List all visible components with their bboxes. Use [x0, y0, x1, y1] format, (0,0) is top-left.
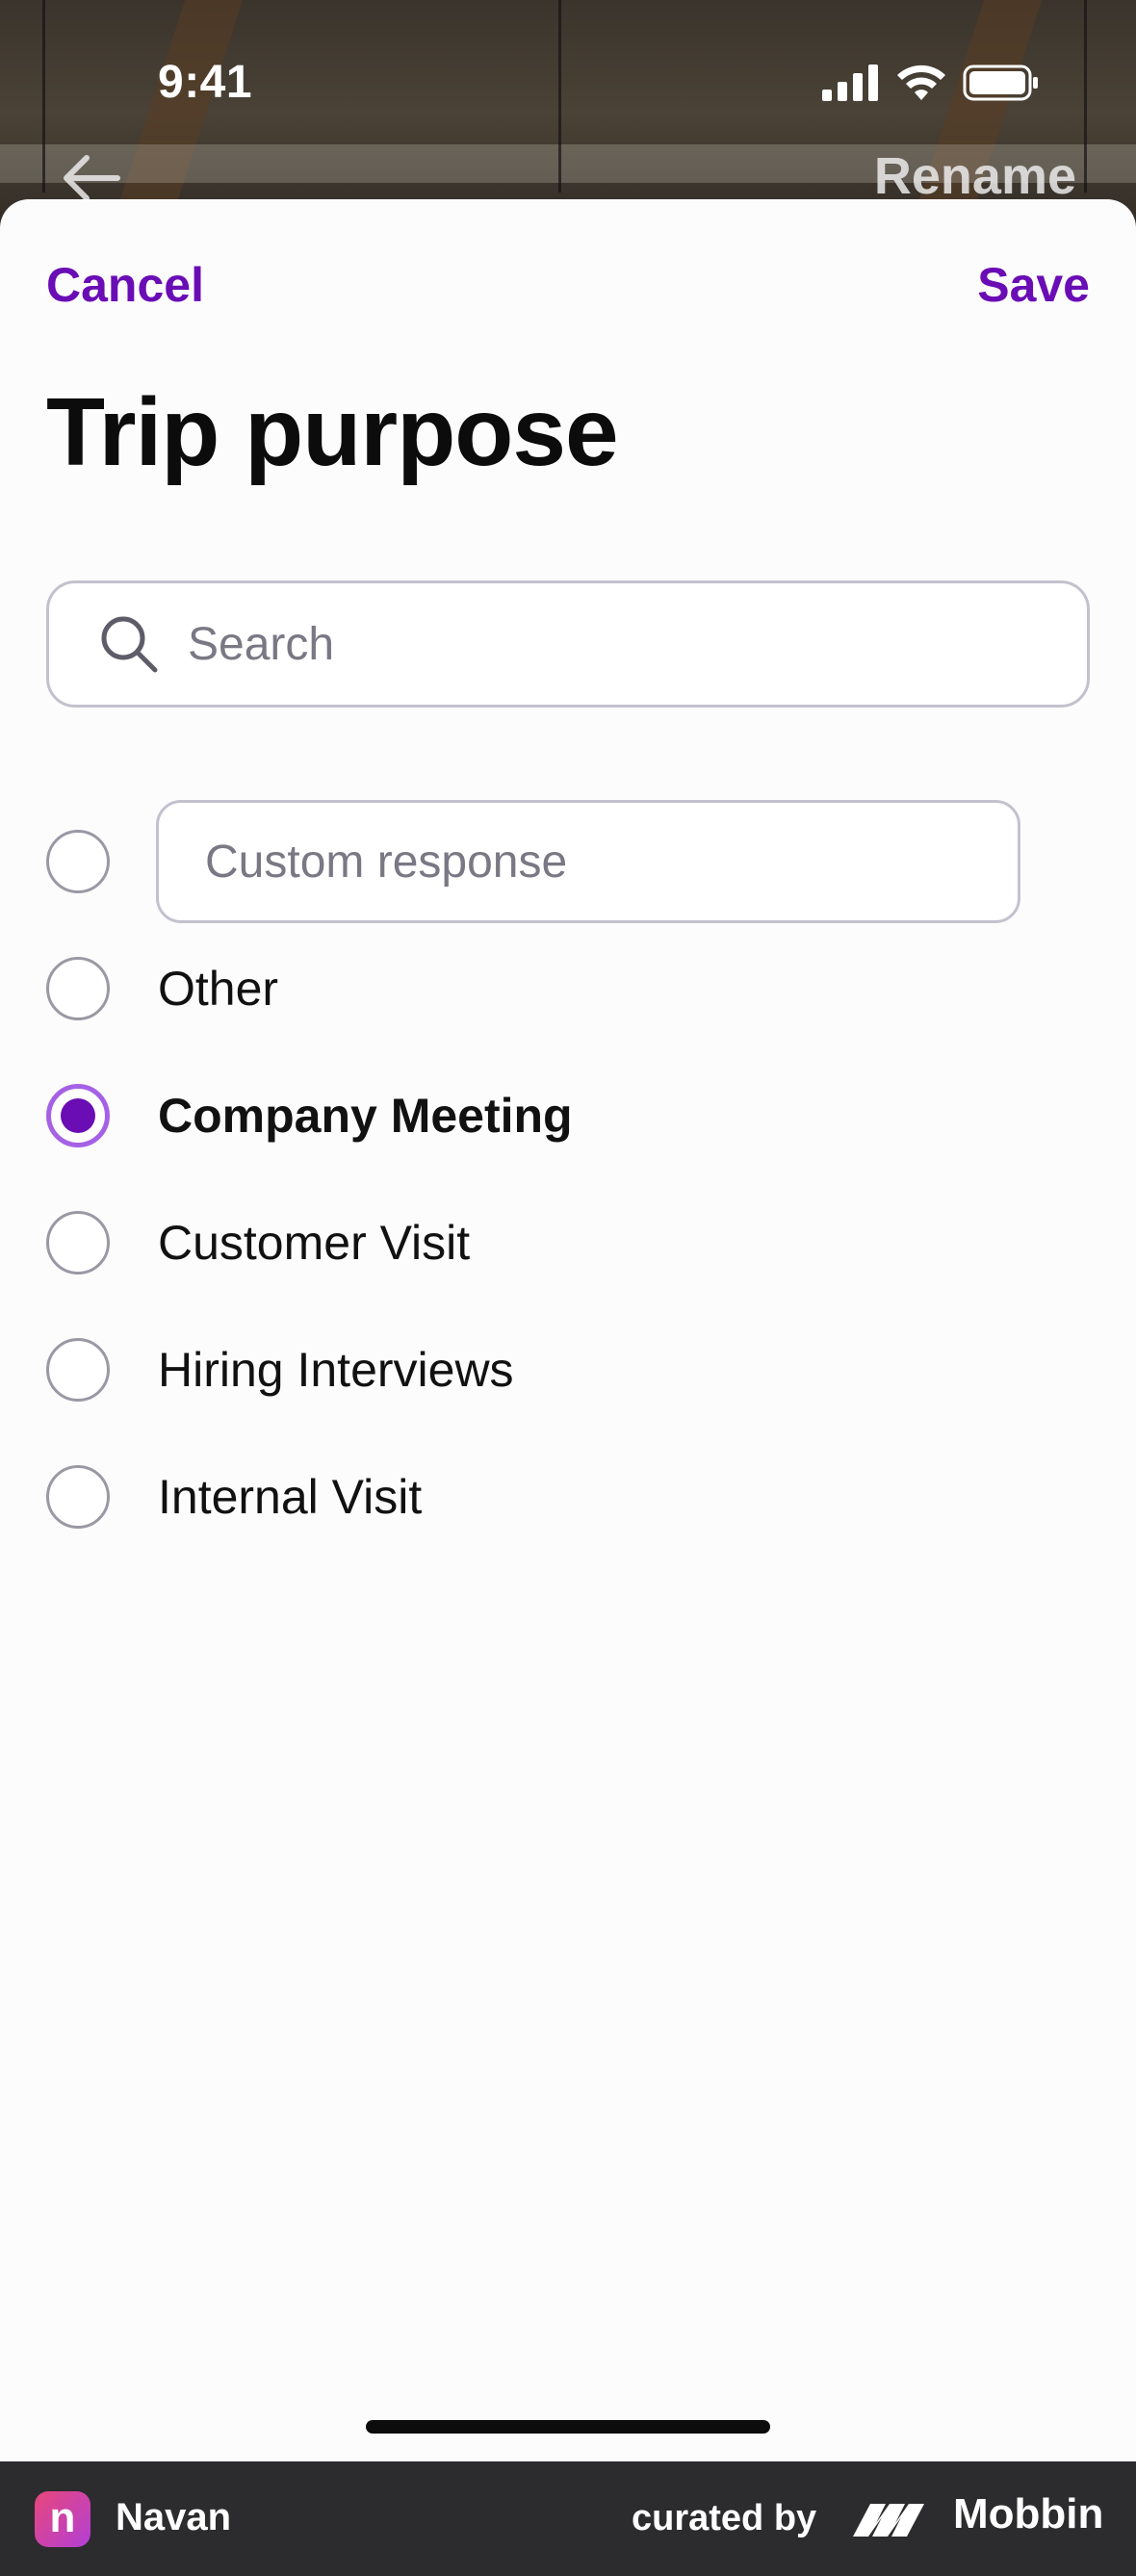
- search-input[interactable]: [188, 617, 1054, 671]
- radio-button[interactable]: [46, 1465, 110, 1529]
- mobbin-logo-icon: [853, 2504, 924, 2537]
- status-bar: 9:41: [0, 0, 1136, 164]
- app-name: Navan: [116, 2496, 232, 2538]
- option-customer-visit[interactable]: Customer Visit: [46, 1179, 1105, 1306]
- save-button[interactable]: Save: [977, 257, 1090, 313]
- option-label: Hiring Interviews: [158, 1343, 514, 1397]
- back-arrow-icon[interactable]: [58, 152, 125, 204]
- rename-button[interactable]: Rename: [874, 146, 1076, 206]
- page-title: Trip purpose: [46, 378, 619, 486]
- footer-bar: n Navan curated by Mobbin: [0, 2461, 1136, 2576]
- radio-button[interactable]: [46, 1211, 110, 1275]
- radio-button[interactable]: [46, 957, 110, 1020]
- option-label: Other: [158, 962, 279, 1016]
- radio-button[interactable]: [46, 1338, 110, 1402]
- status-time: 9:41: [158, 57, 253, 108]
- option-other[interactable]: Other: [46, 925, 1105, 1052]
- radio-button[interactable]: [46, 830, 110, 893]
- cancel-button[interactable]: Cancel: [46, 257, 204, 313]
- search-field[interactable]: [46, 580, 1090, 708]
- option-label: Internal Visit: [158, 1470, 423, 1524]
- battery-icon: [963, 64, 1038, 101]
- status-icons: [822, 64, 1040, 102]
- custom-response-input[interactable]: [205, 835, 975, 889]
- trip-purpose-sheet: Cancel Save Trip purpose Other Company M…: [0, 199, 1136, 2461]
- search-icon: [101, 616, 158, 673]
- curated-by-label: curated by: [632, 2498, 817, 2538]
- option-custom-response[interactable]: [46, 798, 1105, 925]
- radio-button-selected[interactable]: [46, 1084, 110, 1147]
- app-logo-icon: n: [35, 2491, 90, 2547]
- wifi-icon: [897, 64, 945, 100]
- home-indicator[interactable]: [366, 2420, 770, 2434]
- custom-response-field[interactable]: [156, 800, 1020, 923]
- option-hiring-interviews[interactable]: Hiring Interviews: [46, 1306, 1105, 1433]
- purpose-options-list: Other Company Meeting Customer Visit Hir…: [46, 798, 1105, 1560]
- signal-icon: [822, 64, 878, 101]
- brand-name: Mobbin: [953, 2490, 1104, 2537]
- option-internal-visit[interactable]: Internal Visit: [46, 1433, 1105, 1560]
- option-label: Company Meeting: [158, 1089, 573, 1143]
- option-label: Customer Visit: [158, 1216, 471, 1270]
- option-company-meeting[interactable]: Company Meeting: [46, 1052, 1105, 1179]
- sheet-header: Cancel Save: [0, 257, 1136, 324]
